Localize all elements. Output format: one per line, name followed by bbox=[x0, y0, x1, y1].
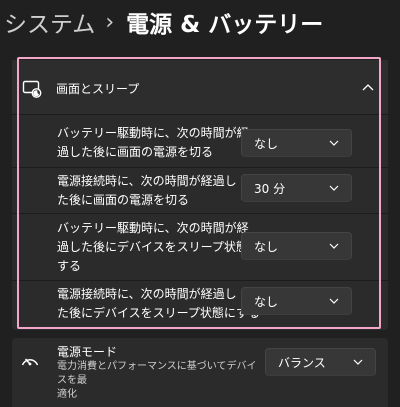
label-line: 電源接続時に、次の時間が経過し bbox=[57, 287, 237, 301]
label-line: バッテリー駆動時に、次の時間が経 bbox=[57, 126, 249, 140]
power-mode-title: 電源モード bbox=[57, 345, 118, 359]
page-title: 電源 & バッテリー bbox=[126, 12, 324, 38]
chevron-up-icon[interactable] bbox=[362, 83, 374, 91]
dropdown-value: なし bbox=[254, 294, 279, 309]
chevron-down-icon bbox=[329, 140, 339, 146]
chevron-down-icon bbox=[329, 185, 339, 191]
label-line: バッテリー駆動時に、次の時間が経 bbox=[57, 221, 249, 235]
plugged-sleep-dropdown[interactable]: なし bbox=[241, 287, 352, 315]
label-line: 過した後にデバイスをスリープ状態に bbox=[57, 240, 260, 254]
power-mode-dropdown[interactable]: バランス bbox=[265, 348, 376, 376]
chevron-down-icon bbox=[329, 298, 339, 304]
setting-label-battery-screen: バッテリー駆動時に、次の時間が経 過した後に画面の電源を切る bbox=[57, 124, 249, 162]
dropdown-value: なし bbox=[254, 136, 279, 151]
breadcrumb: システム › 電源 & バッテリー bbox=[0, 0, 400, 44]
settings-page: システム › 電源 & バッテリー 画面とスリープ バッテリー駆動時に、次の時間… bbox=[0, 0, 400, 407]
label-line: 電源接続時に、次の時間が経過し bbox=[57, 174, 237, 188]
setting-label-plugged-sleep: 電源接続時に、次の時間が経過し た後にデバイスをスリープ状態にする bbox=[57, 285, 260, 323]
setting-label-plugged-screen: 電源接続時に、次の時間が経過し た後に画面の電源を切る bbox=[57, 172, 237, 210]
dropdown-value: バランス bbox=[278, 355, 326, 370]
dropdown-value: なし bbox=[254, 239, 279, 254]
label-line: 過した後に画面の電源を切る bbox=[57, 145, 214, 159]
dropdown-value: 30 分 bbox=[254, 181, 286, 196]
label-line: た後に画面の電源を切る bbox=[57, 193, 190, 207]
chevron-down-icon bbox=[329, 243, 339, 249]
breadcrumb-system[interactable]: システム bbox=[4, 5, 95, 39]
section-title: 画面とスリープ bbox=[56, 82, 140, 96]
label-line: する bbox=[57, 259, 82, 273]
label-line: た後にデバイスをスリープ状態にする bbox=[57, 306, 261, 320]
gauge-icon bbox=[21, 358, 39, 366]
battery-sleep-dropdown[interactable]: なし bbox=[241, 232, 352, 260]
breadcrumb-separator: › bbox=[105, 9, 115, 35]
chevron-down-icon bbox=[353, 359, 363, 365]
description-line: 電力消費とパフォーマンスに基づいてデバイスを最 bbox=[57, 361, 257, 386]
screen-sleep-icon bbox=[22, 80, 42, 98]
battery-screen-dropdown[interactable]: なし bbox=[241, 129, 352, 157]
description-line: 適化 bbox=[57, 389, 77, 400]
plugged-screen-dropdown[interactable]: 30 分 bbox=[241, 174, 352, 202]
setting-label-battery-sleep: バッテリー駆動時に、次の時間が経 過した後にデバイスをスリープ状態に する bbox=[57, 219, 260, 276]
power-mode-description: 電力消費とパフォーマンスに基づいてデバイスを最 適化 bbox=[57, 360, 257, 402]
